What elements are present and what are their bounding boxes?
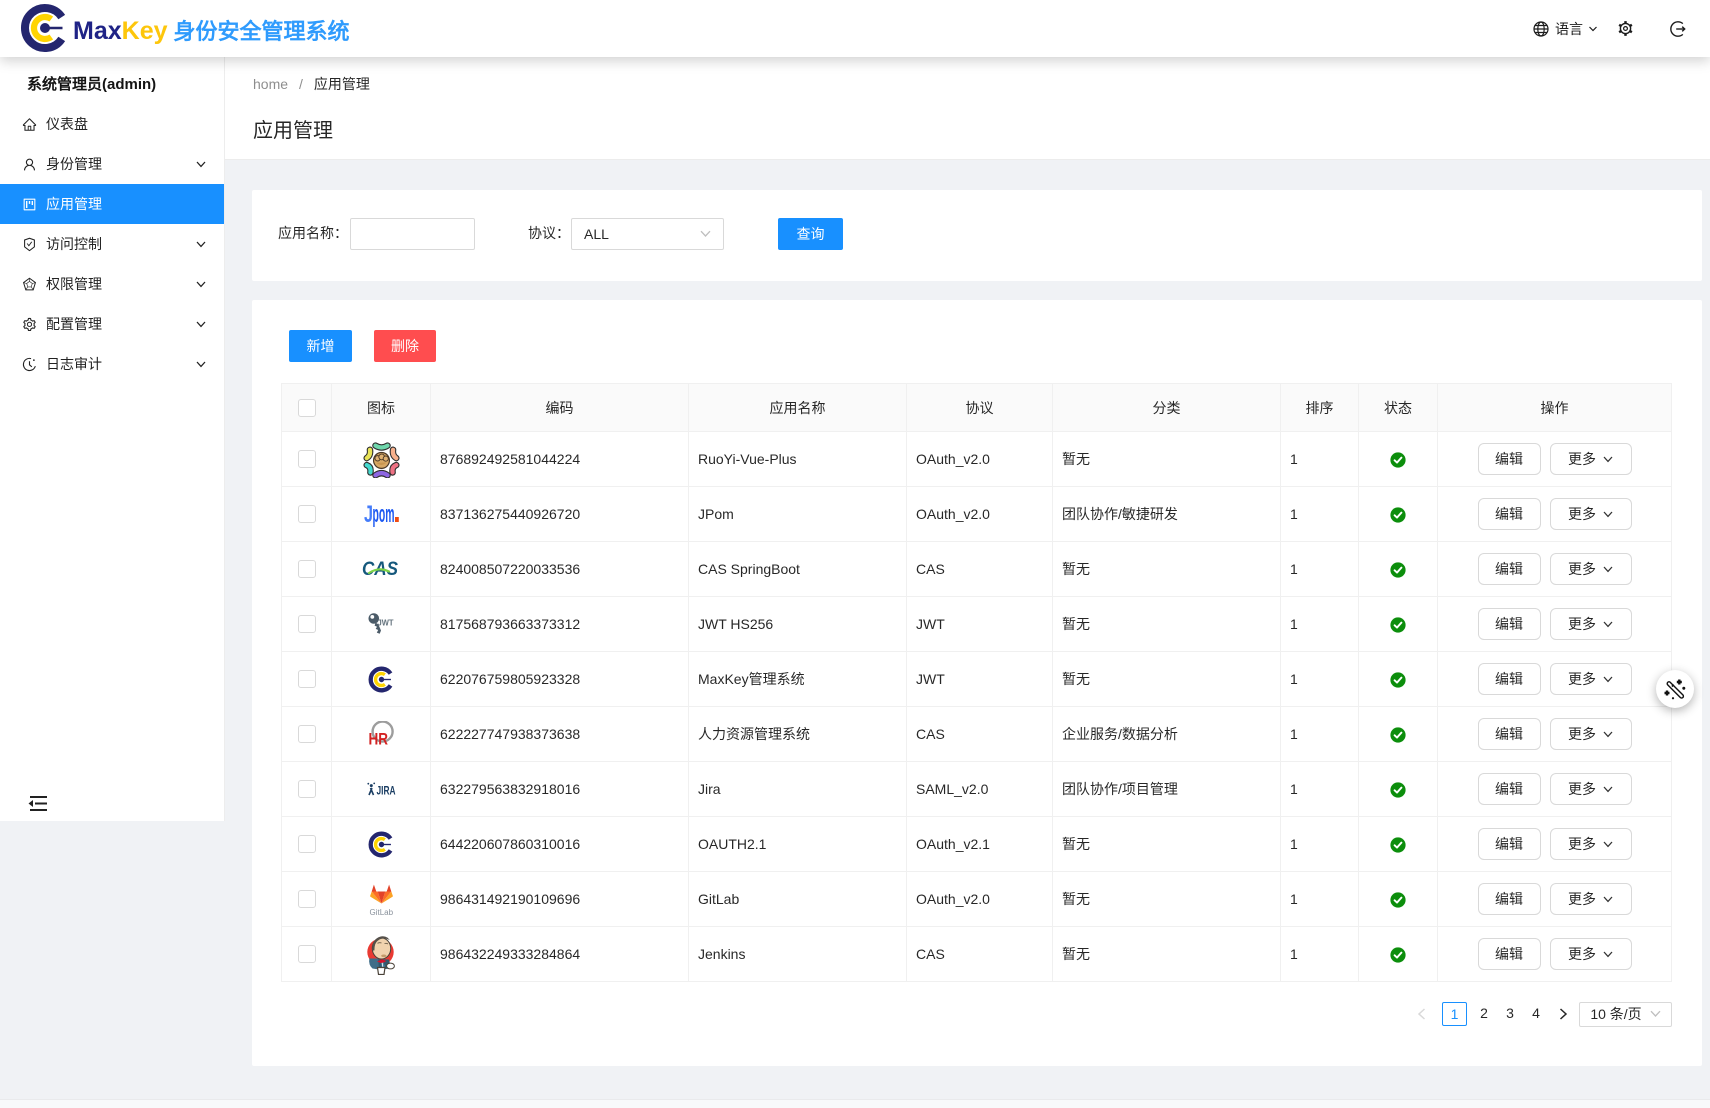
svg-text:JIRA: JIRA [376,786,395,797]
svg-text:HR: HR [368,731,388,748]
svg-text:JWT: JWT [378,617,395,627]
svg-text:pom: pom [372,501,394,528]
svg-text:GitLab: GitLab [369,908,393,916]
